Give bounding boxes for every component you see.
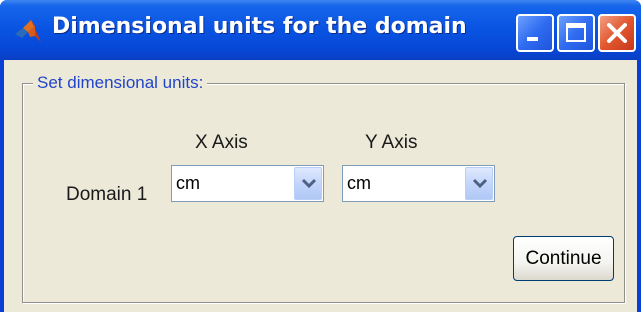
- title-bar[interactable]: Dimensional units for the domain: [0, 0, 641, 60]
- dialog-window: Dimensional units for the domain Set dim…: [0, 0, 641, 312]
- window-title: Dimensional units for the domain: [52, 14, 467, 39]
- y-unit-value: cm: [347, 173, 371, 193]
- y-unit-dropdown-button[interactable]: [465, 167, 493, 200]
- x-axis-header: X Axis: [195, 132, 248, 153]
- matlab-logo-icon: [14, 17, 42, 45]
- x-unit-dropdown[interactable]: cm: [171, 165, 324, 202]
- domain-row-label: Domain 1: [66, 184, 148, 205]
- minimize-button[interactable]: [516, 14, 554, 52]
- close-button[interactable]: [598, 14, 636, 52]
- y-axis-header: Y Axis: [365, 132, 418, 153]
- groupbox-legend: Set dimensional units:: [33, 73, 208, 93]
- maximize-button[interactable]: [557, 14, 595, 52]
- x-unit-dropdown-button[interactable]: [294, 167, 322, 200]
- x-unit-value: cm: [176, 173, 200, 193]
- y-unit-dropdown[interactable]: cm: [342, 165, 495, 202]
- dialog-body: Set dimensional units: X Axis Y Axis Dom…: [4, 60, 637, 312]
- continue-button[interactable]: Continue: [513, 236, 614, 281]
